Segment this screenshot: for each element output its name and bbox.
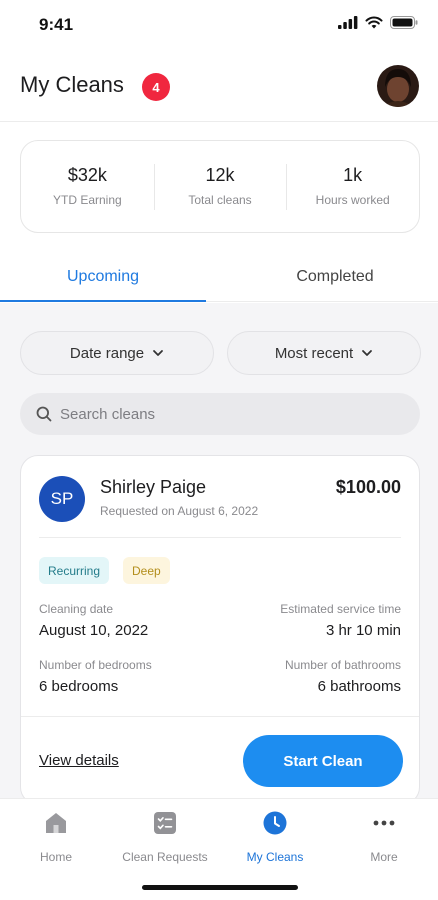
home-icon	[46, 813, 66, 833]
stat-value: 1k	[343, 165, 363, 185]
status-icons	[338, 16, 418, 29]
stat-total-cleans: 12k Total cleans	[153, 141, 287, 232]
cleaning-date-label: Cleaning date	[39, 602, 114, 616]
card-footer: View details Start Clean	[21, 716, 419, 804]
requested-date: Requested on August 6, 2022	[100, 504, 259, 518]
stat-hours-worked: 1k Hours worked	[286, 141, 419, 232]
status-time: 9:41	[39, 15, 74, 34]
count-badge: 4	[142, 73, 170, 101]
sort-label: Most recent	[274, 344, 354, 362]
tab-upcoming[interactable]: Upcoming	[0, 256, 206, 302]
stat-label: Hours worked	[315, 193, 390, 207]
checklist-icon	[154, 812, 176, 834]
date-range-label: Date range	[69, 344, 145, 362]
bedrooms-label: Number of bedrooms	[39, 658, 152, 672]
service-time-value: 3 hr 10 min	[325, 622, 401, 639]
stat-label: Total cleans	[188, 193, 252, 207]
stat-value: 12k	[205, 165, 235, 185]
bottom-nav: Home Clean Requests My Cleans More	[0, 798, 438, 900]
battery-icon	[390, 16, 418, 29]
view-details-link[interactable]: View details	[39, 752, 119, 769]
home-indicator	[142, 885, 298, 890]
search-input[interactable]	[60, 405, 390, 423]
tab-completed[interactable]: Completed	[232, 256, 438, 302]
signal-icon	[338, 16, 358, 29]
bathrooms-value: 6 bathrooms	[317, 678, 401, 695]
chevron-down-icon	[362, 350, 373, 356]
bedrooms-value: 6 bedrooms	[39, 678, 119, 695]
client-avatar: SP	[39, 476, 85, 522]
search-icon	[36, 406, 52, 422]
clean-price: $100.00	[335, 477, 401, 497]
service-time-label: Estimated service time	[280, 602, 401, 616]
nav-item-home[interactable]: Home	[1, 809, 111, 864]
tag-recurring: Recurring	[39, 557, 110, 584]
stat-label: YTD Earning	[52, 193, 122, 207]
stat-ytd-earning: $32k YTD Earning	[21, 141, 154, 232]
status-bar: 9:41	[0, 0, 438, 50]
stat-value: $32k	[67, 165, 107, 185]
stats-card: $32k YTD Earning 12k Total cleans 1k Hou…	[20, 140, 420, 233]
page-title: My Cleans	[20, 72, 124, 97]
more-icon	[373, 820, 395, 826]
start-clean-button[interactable]: Start Clean	[243, 735, 403, 787]
header: My Cleans 4	[0, 60, 438, 122]
client-name: Shirley Paige	[100, 477, 207, 497]
nav-label: Home	[39, 850, 72, 864]
cleaning-date-value: August 10, 2022	[39, 622, 149, 639]
nav-item-more[interactable]: More	[329, 809, 438, 864]
avatar[interactable]	[377, 65, 419, 107]
clock-icon	[263, 811, 287, 835]
tag-deep: Deep	[123, 557, 170, 584]
chevron-down-icon	[153, 350, 164, 356]
nav-item-clean-requests[interactable]: Clean Requests	[110, 809, 220, 864]
nav-label: More	[370, 850, 398, 864]
nav-label: My Cleans	[246, 850, 304, 864]
bathrooms-label: Number of bathrooms	[284, 658, 401, 672]
sort-filter[interactable]: Most recent	[227, 331, 421, 375]
tab-bar: Upcoming Completed	[0, 256, 438, 302]
search-bar[interactable]	[20, 393, 420, 435]
date-range-filter[interactable]: Date range	[20, 331, 214, 375]
clean-card[interactable]: SP Shirley Paige Requested on August 6, …	[20, 455, 420, 805]
nav-item-my-cleans[interactable]: My Cleans	[220, 809, 330, 864]
card-divider	[39, 537, 401, 538]
wifi-icon	[365, 16, 383, 29]
nav-label: Clean Requests	[122, 850, 208, 864]
